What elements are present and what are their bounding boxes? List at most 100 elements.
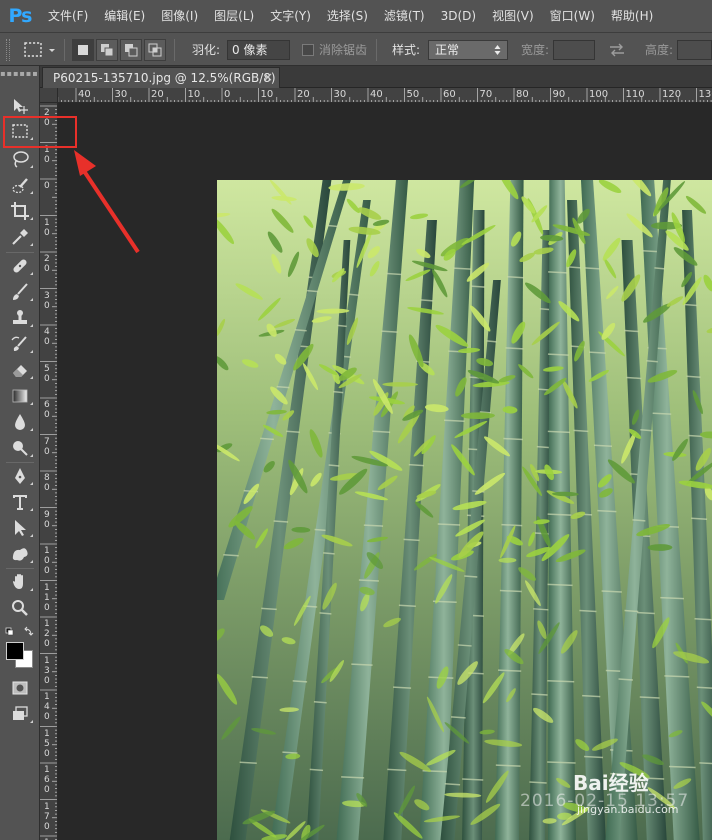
options-bar: 羽化: 0 像素 消除锯齿 样式: 正常 宽度: 高度: bbox=[0, 32, 712, 66]
pointer-arrow-icon bbox=[74, 150, 140, 254]
marquee-preset-icon bbox=[24, 41, 55, 57]
canvas-area[interactable]: Bai经验 jingyan.baidu.com 2016-02-15 13:57 bbox=[58, 103, 712, 840]
feather-input[interactable]: 0 像素 bbox=[227, 39, 290, 60]
ruler-left-label: 130 bbox=[44, 655, 50, 686]
move-tool[interactable] bbox=[4, 94, 36, 118]
custom-shape-tool[interactable] bbox=[4, 542, 36, 566]
gradient-icon bbox=[12, 389, 28, 403]
options-grip[interactable] bbox=[6, 33, 10, 66]
dodge-tool[interactable] bbox=[4, 436, 36, 460]
vertical-ruler[interactable]: 2010010203040506070809010011012013014015… bbox=[40, 103, 58, 840]
subtract-from-selection-button[interactable] bbox=[120, 38, 142, 61]
ruler-top-label: 80 bbox=[516, 89, 529, 100]
menu-view[interactable]: 视图(V) bbox=[484, 0, 542, 32]
type-tool[interactable] bbox=[4, 490, 36, 514]
pen-tool[interactable] bbox=[4, 464, 36, 488]
ruler-left-label: 10 bbox=[44, 217, 50, 238]
hand-tool[interactable] bbox=[4, 570, 36, 594]
shape-icon bbox=[12, 548, 28, 561]
bamboo-photo: Bai经验 jingyan.baidu.com 2016-02-15 13:57 bbox=[217, 180, 712, 840]
ruler-top-label: 40 bbox=[78, 89, 91, 100]
add-to-selection-button[interactable] bbox=[96, 38, 118, 61]
brush-icon bbox=[13, 283, 28, 300]
menu-layer[interactable]: 图层(L) bbox=[206, 0, 262, 32]
bamboo-image bbox=[217, 180, 712, 840]
ruler-top-label: 10 bbox=[260, 89, 274, 100]
hand-icon bbox=[13, 574, 23, 589]
menu-help[interactable]: 帮助(H) bbox=[603, 0, 661, 32]
quick-mask-button[interactable] bbox=[4, 676, 36, 700]
gradient-tool[interactable] bbox=[4, 384, 36, 408]
path-select-icon bbox=[15, 520, 26, 536]
subtract-selection-icon bbox=[125, 43, 138, 56]
menu-file[interactable]: 文件(F) bbox=[40, 0, 96, 32]
ruler-top-label: 30 bbox=[114, 89, 128, 100]
menu-select[interactable]: 选择(S) bbox=[319, 0, 376, 32]
eraser-tool[interactable] bbox=[4, 358, 36, 382]
eyedropper-tool[interactable] bbox=[4, 225, 36, 249]
separator bbox=[376, 38, 377, 61]
width-label: 宽度: bbox=[521, 43, 550, 57]
ruler-top-label: 100 bbox=[589, 89, 609, 100]
document-tab[interactable]: P60215-135710.jpg @ 12.5%(RGB/8) × bbox=[42, 67, 280, 88]
style-label: 样式: bbox=[392, 43, 421, 57]
healing-brush-tool[interactable] bbox=[4, 254, 36, 278]
drop-icon bbox=[15, 414, 25, 430]
blur-tool[interactable] bbox=[4, 410, 36, 434]
menu-image[interactable]: 图像(I) bbox=[153, 0, 206, 32]
horizontal-ruler[interactable]: 403020100102030405060708090100110120130 bbox=[58, 88, 712, 103]
swatch-controls bbox=[5, 626, 35, 638]
ruler-left-label: 90 bbox=[44, 509, 50, 530]
screen-mode-icon bbox=[13, 706, 28, 720]
clone-stamp-tool[interactable] bbox=[4, 306, 36, 330]
feather-label: 羽化: bbox=[192, 43, 221, 57]
lasso-icon bbox=[13, 151, 29, 168]
close-icon[interactable]: × bbox=[263, 70, 273, 84]
ruler-top-label: 130 bbox=[698, 89, 712, 100]
menu-edit[interactable]: 编辑(E) bbox=[96, 0, 153, 32]
quick-select-tool[interactable] bbox=[4, 173, 36, 197]
eraser-icon bbox=[13, 365, 27, 377]
crop-tool[interactable] bbox=[4, 199, 36, 223]
ruler-left-label: 40 bbox=[44, 327, 50, 347]
quick-mask-icon bbox=[12, 681, 28, 695]
ruler-origin[interactable] bbox=[40, 88, 58, 103]
toolbox-grip[interactable]: ▪▪▪▪▪▪ bbox=[0, 66, 39, 80]
ruler-top-label: 0 bbox=[224, 89, 231, 100]
zoom-tool[interactable] bbox=[4, 596, 36, 620]
menu-filter[interactable]: 滤镜(T) bbox=[376, 0, 433, 32]
ruler-left-label: 70 bbox=[44, 436, 50, 457]
screen-mode-button[interactable] bbox=[4, 702, 36, 726]
intersect-selection-button[interactable] bbox=[144, 38, 166, 61]
ruler-top-label: 120 bbox=[662, 89, 682, 100]
height-label: 高度: bbox=[645, 43, 674, 57]
stamp-icon bbox=[13, 310, 27, 324]
separator bbox=[174, 38, 175, 61]
eyedropper-icon bbox=[12, 229, 28, 245]
lasso-tool[interactable] bbox=[4, 147, 36, 171]
dodge-icon bbox=[13, 441, 28, 456]
document-tab-title: P60215-135710.jpg @ 12.5%(RGB/8) bbox=[53, 71, 276, 85]
intersect-selection-icon bbox=[148, 43, 162, 56]
ruler-left-label: 170 bbox=[44, 801, 50, 832]
ruler-top-label: 90 bbox=[552, 89, 566, 100]
new-selection-button[interactable] bbox=[72, 38, 94, 61]
antialias-checkbox[interactable] bbox=[302, 43, 314, 56]
swap-arrows-icon[interactable] bbox=[608, 42, 626, 58]
foreground-color-swatch[interactable] bbox=[6, 642, 24, 660]
photoshop-window: Ps 文件(F) 编辑(E) 图像(I) 图层(L) 文字(Y) 选择(S) 滤… bbox=[0, 0, 712, 840]
brush-tool[interactable] bbox=[4, 280, 36, 304]
crop-icon bbox=[11, 202, 29, 220]
style-select[interactable]: 正常 bbox=[428, 39, 508, 60]
height-input[interactable] bbox=[677, 39, 712, 60]
path-select-tool[interactable] bbox=[4, 516, 36, 540]
menu-type[interactable]: 文字(Y) bbox=[262, 0, 319, 32]
updown-icon bbox=[494, 44, 501, 55]
menu-window[interactable]: 窗口(W) bbox=[542, 0, 603, 32]
width-input[interactable] bbox=[553, 39, 595, 60]
tool-preset-picker[interactable] bbox=[22, 33, 60, 66]
history-brush-tool[interactable] bbox=[4, 332, 36, 356]
ruler-left-label: 150 bbox=[44, 728, 50, 759]
ruler-left-label: 160 bbox=[44, 765, 50, 795]
menu-3d[interactable]: 3D(D) bbox=[433, 0, 484, 32]
